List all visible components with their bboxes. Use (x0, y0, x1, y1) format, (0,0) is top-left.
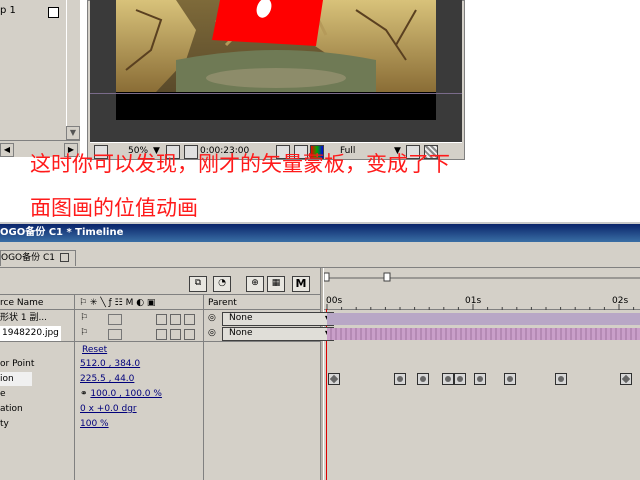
parent-select[interactable]: None▼ (222, 327, 334, 341)
timeline-tab-bar (0, 242, 640, 268)
position-value[interactable]: 225.5 , 44.0 (80, 372, 134, 386)
project-item-checkbox[interactable] (48, 7, 59, 18)
switch-checkbox[interactable] (184, 329, 195, 340)
property-name-scale: e (0, 389, 6, 399)
m-toggle-button[interactable]: M (292, 276, 310, 292)
position-keyframe-auto-bezier[interactable] (394, 373, 406, 385)
frame-blending-icon[interactable]: ⊕ (246, 276, 264, 292)
opacity-value[interactable]: 100 % (80, 417, 109, 431)
parent-pickwhip-icon[interactable]: ◎ (208, 311, 216, 326)
scroll-left-arrow-icon[interactable]: ◀ (0, 143, 14, 157)
shape-layer-switch-icon[interactable]: ⚐ (80, 311, 88, 326)
scale-value[interactable]: ⚭ 100.0 , 100.0 % (80, 387, 162, 401)
project-item-label[interactable]: p 1 (0, 5, 40, 19)
source-name-header[interactable]: rce Name (0, 296, 43, 310)
parent-pickwhip-icon[interactable]: ◎ (208, 326, 216, 341)
tab-close-icon[interactable] (59, 253, 69, 262)
draft-3d-icon[interactable]: ⧉ (189, 276, 207, 292)
parent-select[interactable]: None▼ (222, 312, 334, 326)
position-keyframe-linear[interactable] (620, 373, 632, 385)
property-name-anchor: or Point (0, 359, 35, 369)
timeline-comp-tab[interactable]: OGO备份 C1 (0, 250, 76, 266)
layer-name[interactable]: 形状 1 副... (0, 311, 47, 326)
timeline-title-bar[interactable]: OGO备份 C1 * Timeline (0, 224, 640, 242)
position-keyframe-auto-bezier[interactable] (555, 373, 567, 385)
position-keyframe-auto-bezier[interactable] (442, 373, 454, 385)
property-name-rotation: ation (0, 404, 23, 414)
timeline-tab-label: OGO备份 C1 (1, 253, 56, 263)
layer-column-header: rce Name ⚐ ✳ ╲ ƒ ☷ M ◐ ▣ Parent (0, 294, 320, 310)
position-keyframe-linear[interactable] (328, 373, 340, 385)
anchor-point-value[interactable]: 512.0 , 384.0 (80, 357, 140, 371)
property-name-position[interactable]: ion (0, 372, 32, 386)
motion-blur-icon[interactable]: ▦ (267, 276, 285, 292)
image-layer-switch-icon[interactable]: ⚐ (80, 326, 88, 341)
switch-checkbox[interactable] (184, 314, 195, 325)
property-name-opacity: ty (0, 419, 9, 429)
ruler-ticks (326, 304, 635, 310)
switch-checkbox[interactable] (170, 314, 181, 325)
switch-checkbox[interactable] (156, 329, 167, 340)
scroll-down-arrow-icon[interactable]: ▼ (66, 126, 80, 140)
composition-guide-line (90, 93, 462, 94)
work-area-navigator[interactable] (324, 272, 640, 282)
tutorial-caption-line2: 面图画的位值动画 (30, 196, 198, 220)
constrain-proportions-icon: ⚭ (80, 389, 91, 399)
hide-shy-layers-icon[interactable]: ◔ (213, 276, 231, 292)
position-keyframe-auto-bezier[interactable] (417, 373, 429, 385)
quality-switch-icon[interactable] (108, 314, 122, 325)
reset-link[interactable]: Reset (82, 343, 107, 357)
composition-viewer-image (116, 0, 436, 92)
layer-row-image[interactable]: 1948220.jpg ⚐ ◎ None▼ (0, 326, 334, 341)
shape-layer-duration-bar[interactable] (327, 313, 640, 325)
switches-header-icons[interactable]: ⚐ ✳ ╲ ƒ ☷ M ◐ ▣ (79, 296, 155, 310)
parent-header[interactable]: Parent (208, 296, 237, 310)
tutorial-caption-line1: 这时你可以发现，刚才的矢量蒙板，变成了下 (30, 152, 450, 176)
switch-checkbox[interactable] (170, 329, 181, 340)
composition-black-band (116, 92, 436, 120)
project-vertical-scrollbar[interactable] (66, 0, 80, 140)
layer-row-shape[interactable]: 形状 1 副... ⚐ ◎ None▼ (0, 311, 334, 326)
position-keyframe-auto-bezier[interactable] (454, 373, 466, 385)
position-keyframe-auto-bezier[interactable] (504, 373, 516, 385)
layer-name[interactable]: 1948220.jpg (0, 326, 61, 341)
quality-switch-icon[interactable] (108, 329, 122, 340)
switch-checkbox[interactable] (156, 314, 167, 325)
image-layer-duration-bar[interactable] (327, 328, 640, 340)
row-divider (0, 341, 320, 342)
rotation-value[interactable]: 0 x +0.0 dgr (80, 402, 137, 416)
position-keyframe-auto-bezier[interactable] (474, 373, 486, 385)
